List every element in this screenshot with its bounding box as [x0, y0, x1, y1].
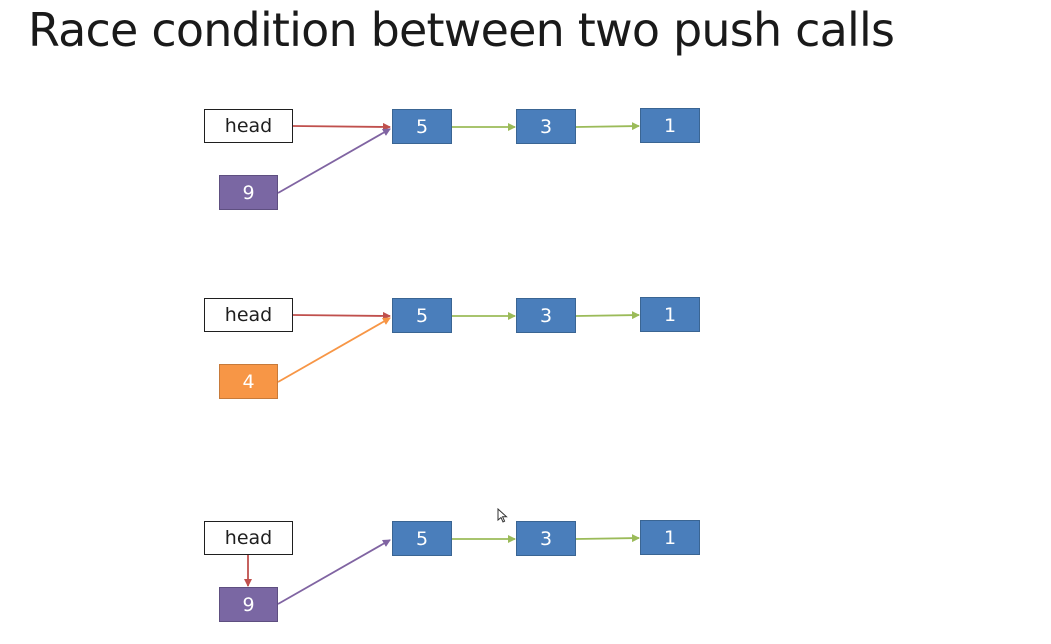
d2-3-to-1-arrow — [575, 311, 640, 320]
slide: Race condition between two push calls he… — [0, 0, 1051, 644]
d1-new-to-5-arrow — [277, 128, 391, 194]
d3-list-node-3: 3 — [516, 521, 576, 556]
d1-list-node-1: 1 — [640, 108, 700, 143]
d1-list-node-3: 3 — [516, 109, 576, 144]
d2-new-to-5-arrow — [277, 317, 391, 383]
d1-3-to-1-arrow — [575, 122, 640, 131]
mouse-pointer-icon — [497, 508, 508, 523]
d3-list-node-5: 5 — [392, 521, 452, 556]
d2-head-to-5-arrow — [292, 311, 391, 320]
d2-head-pointer: head — [204, 298, 293, 332]
d2-new-node: 4 — [219, 364, 278, 399]
d3-new-node: 9 — [219, 587, 278, 622]
d1-list-node-5: 5 — [392, 109, 452, 144]
d1-head-to-5-arrow — [292, 122, 391, 131]
d3-3-to-1-arrow — [575, 534, 640, 543]
d3-new-to-5-arrow — [277, 539, 391, 605]
d3-list-node-1: 1 — [640, 520, 700, 555]
d2-list-node-1: 1 — [640, 297, 700, 332]
d3-head-pointer: head — [204, 521, 293, 555]
d2-list-node-5: 5 — [392, 298, 452, 333]
d1-head-pointer: head — [204, 109, 293, 143]
d1-new-node: 9 — [219, 175, 278, 210]
d2-list-node-3: 3 — [516, 298, 576, 333]
